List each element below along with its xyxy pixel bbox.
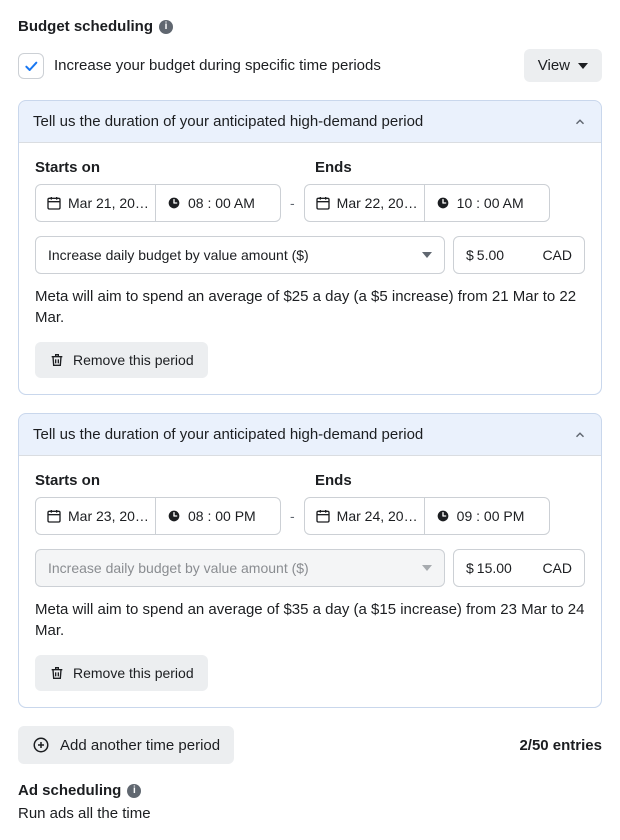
clock-icon <box>435 195 451 211</box>
remove-period-button[interactable]: Remove this period <box>35 655 208 691</box>
info-icon[interactable]: i <box>127 784 141 798</box>
period-header-label: Tell us the duration of your anticipated… <box>33 426 423 443</box>
view-button-label: View <box>538 57 570 74</box>
budget-scheduling-title: Budget scheduling <box>18 18 153 35</box>
calendar-icon <box>315 195 331 211</box>
currency-symbol: $ <box>466 560 474 576</box>
period-card: Tell us the duration of your anticipated… <box>18 413 602 708</box>
period-card: Tell us the duration of your anticipated… <box>18 100 602 395</box>
increase-budget-checkbox[interactable] <box>18 53 44 79</box>
entries-count: 2/50 entries <box>519 737 602 754</box>
end-date-value: Mar 24, 20… <box>337 508 418 524</box>
view-button[interactable]: View <box>524 49 602 82</box>
info-icon[interactable]: i <box>159 20 173 34</box>
start-datetime[interactable]: Mar 23, 20… 08 : 00 PM <box>35 497 281 535</box>
ad-scheduling-title: Ad scheduling <box>18 782 121 799</box>
spend-explanation: Meta will aim to spend an average of $25… <box>35 286 585 328</box>
dash-separator: - <box>289 508 296 524</box>
trash-icon <box>49 665 65 681</box>
clock-icon <box>166 195 182 211</box>
currency-symbol: $ <box>466 247 474 263</box>
increase-type-select[interactable]: Increase daily budget by value amount ($… <box>35 549 445 587</box>
amount-value: 15.00 <box>477 560 512 576</box>
amount-input[interactable]: $ 15.00 CAD <box>453 549 585 587</box>
currency-code: CAD <box>542 560 572 576</box>
start-date-value: Mar 21, 20… <box>68 195 149 211</box>
end-datetime[interactable]: Mar 24, 20… 09 : 00 PM <box>304 497 550 535</box>
amount-value: 5.00 <box>477 247 504 263</box>
clock-icon <box>435 508 451 524</box>
starts-on-label: Starts on <box>35 472 315 489</box>
plus-circle-icon <box>32 736 50 754</box>
period-header[interactable]: Tell us the duration of your anticipated… <box>19 101 601 142</box>
end-date-value: Mar 22, 20… <box>337 195 418 211</box>
period-header[interactable]: Tell us the duration of your anticipated… <box>19 414 601 455</box>
increase-budget-label: Increase your budget during specific tim… <box>54 57 381 74</box>
end-datetime[interactable]: Mar 22, 20… 10 : 00 AM <box>304 184 550 222</box>
start-time-value: 08 : 00 AM <box>188 195 255 211</box>
caret-down-icon <box>422 565 432 571</box>
remove-period-button[interactable]: Remove this period <box>35 342 208 378</box>
spend-explanation: Meta will aim to spend an average of $35… <box>35 599 585 641</box>
ends-label: Ends <box>315 159 352 176</box>
period-header-label: Tell us the duration of your anticipated… <box>33 113 423 130</box>
caret-down-icon <box>578 63 588 69</box>
currency-code: CAD <box>542 247 572 263</box>
remove-period-label: Remove this period <box>73 352 194 368</box>
ends-label: Ends <box>315 472 352 489</box>
chevron-up-icon <box>573 428 587 442</box>
ad-scheduling-subtitle: Run ads all the time <box>18 805 602 822</box>
increase-type-label: Increase daily budget by value amount ($… <box>48 247 309 263</box>
amount-input[interactable]: $ 5.00 CAD <box>453 236 585 274</box>
calendar-icon <box>46 508 62 524</box>
dash-separator: - <box>289 195 296 211</box>
start-date-value: Mar 23, 20… <box>68 508 149 524</box>
clock-icon <box>166 508 182 524</box>
calendar-icon <box>315 508 331 524</box>
start-time-value: 08 : 00 PM <box>188 508 256 524</box>
calendar-icon <box>46 195 62 211</box>
add-time-period-button[interactable]: Add another time period <box>18 726 234 764</box>
increase-type-select[interactable]: Increase daily budget by value amount ($… <box>35 236 445 274</box>
chevron-up-icon <box>573 115 587 129</box>
starts-on-label: Starts on <box>35 159 315 176</box>
remove-period-label: Remove this period <box>73 665 194 681</box>
add-time-period-label: Add another time period <box>60 737 220 754</box>
caret-down-icon <box>422 252 432 258</box>
end-time-value: 10 : 00 AM <box>457 195 524 211</box>
trash-icon <box>49 352 65 368</box>
increase-type-label: Increase daily budget by value amount ($… <box>48 560 309 576</box>
start-datetime[interactable]: Mar 21, 20… 08 : 00 AM <box>35 184 281 222</box>
end-time-value: 09 : 00 PM <box>457 508 525 524</box>
